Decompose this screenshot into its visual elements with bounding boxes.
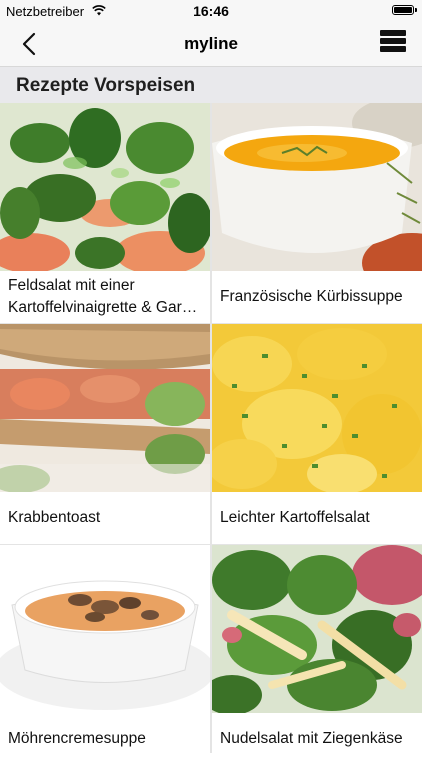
section-title: Rezepte Vorspeisen (16, 75, 196, 96)
recipe-photo (212, 103, 422, 271)
recipe-card-kuerbissuppe[interactable]: Französische Kürbissuppe (212, 103, 422, 324)
recipe-card-moehrencremesuppe[interactable]: Möhrencremesuppe (0, 545, 210, 766)
recipe-photo (0, 103, 210, 271)
recipe-title: Feldsalat mit einer Kartoffelvinaigrette… (8, 277, 198, 316)
recipe-title: Möhrencremesuppe (8, 730, 146, 747)
recipe-card-nudelsalat[interactable]: Nudelsalat mit Ziegenkäse (212, 545, 422, 766)
recipe-title: Leichter Kartoffelsalat (220, 509, 370, 526)
recipe-card-feldsalat[interactable]: Feldsalat mit einer Kartoffelvinaigrette… (0, 103, 210, 324)
recipe-title: Krabbentoast (8, 509, 101, 526)
page-title: myline (184, 34, 238, 53)
section-header: Rezepte Vorspeisen (0, 67, 422, 103)
clock: 16:46 (193, 3, 229, 19)
recipe-title: Nudelsalat mit Ziegenkäse (220, 730, 403, 747)
recipe-photo (0, 545, 210, 713)
recipe-photo (212, 324, 422, 492)
battery-icon (392, 5, 417, 15)
recipe-card-kartoffelsalat[interactable]: Leichter Kartoffelsalat (212, 324, 422, 545)
recipe-card-krabbentoast[interactable]: Krabbentoast (0, 324, 210, 545)
menu-icon[interactable] (380, 30, 406, 56)
recipe-photo (0, 324, 210, 492)
recipe-photo (212, 545, 422, 713)
status-bar: Netzbetreiber 16:46 (0, 0, 422, 22)
navigation-bar: myline (0, 22, 422, 67)
recipe-title: Französische Kürbissuppe (220, 288, 403, 305)
